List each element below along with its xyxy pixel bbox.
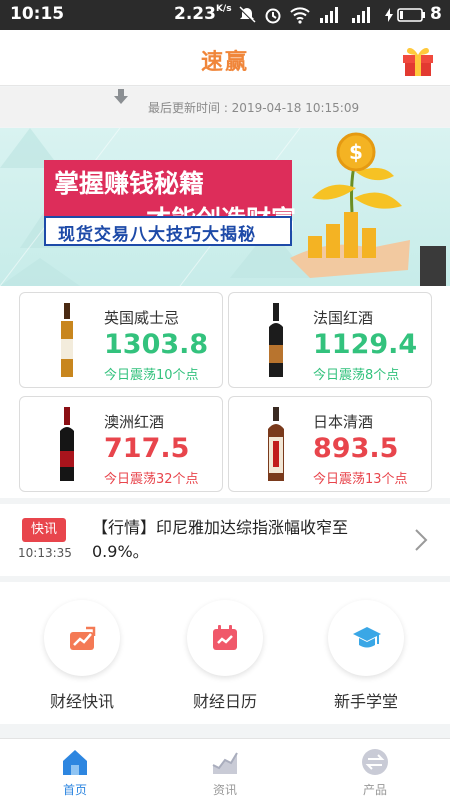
product-change: 今日震荡8个点 bbox=[313, 368, 400, 383]
quick-entry-circle bbox=[328, 600, 404, 676]
wine-bottle-icon bbox=[269, 303, 283, 377]
quick-entry-label: 财经快讯 bbox=[49, 692, 114, 711]
status-time: 10:15 bbox=[10, 4, 65, 24]
tab-label: 资讯 bbox=[212, 783, 237, 797]
signal-icon bbox=[352, 7, 370, 23]
swap-icon bbox=[362, 749, 388, 775]
wine-bottle-icon bbox=[60, 407, 74, 481]
network-speed-unit: K/s bbox=[215, 4, 232, 14]
whisky-bottle-icon bbox=[61, 303, 73, 377]
network-speed: 2.23K/s bbox=[174, 4, 232, 24]
tab-label: 产品 bbox=[362, 783, 387, 797]
product-card-french-wine[interactable]: 法国红酒 1129.4 今日震荡8个点 bbox=[228, 292, 432, 388]
product-card-whisky[interactable]: 英国威士忌 1303.8 今日震荡10个点 bbox=[19, 292, 223, 388]
news-ticker[interactable]: 快讯 10:13:35 【行情】印尼雅加达综指涨幅收窄至0.9%。 bbox=[0, 504, 450, 576]
chart-icon bbox=[212, 752, 238, 774]
status-bar: 10:15 2.23K/s 8 bbox=[0, 0, 450, 30]
product-card-sake[interactable]: 日本清酒 893.5 今日震荡13个点 bbox=[228, 396, 432, 492]
wifi-icon bbox=[290, 7, 310, 24]
quick-entry-panel: 财经快讯 财经日历 新手学堂 bbox=[0, 582, 450, 724]
tab-home[interactable]: 首页 bbox=[35, 747, 115, 798]
home-icon bbox=[63, 750, 87, 775]
product-card-australian-wine[interactable]: 澳洲红酒 717.5 今日震荡32个点 bbox=[19, 396, 223, 492]
last-update-time: 最后更新时间 : 2019-04-18 10:15:09 bbox=[148, 101, 360, 115]
tab-products[interactable]: 产品 bbox=[335, 747, 415, 798]
battery-icon bbox=[385, 8, 425, 22]
gift-icon[interactable] bbox=[400, 42, 436, 78]
product-change: 今日震荡32个点 bbox=[104, 472, 199, 487]
alarm-icon bbox=[265, 8, 281, 24]
banner-line-3: 现货交易八大技巧大揭秘 bbox=[58, 225, 256, 245]
product-name: 法国红酒 bbox=[313, 309, 374, 327]
tab-news[interactable]: 资讯 bbox=[185, 747, 265, 798]
promo-banner[interactable]: 掌握赚钱秘籍 才能创造财富 现货交易八大技巧大揭秘 $ bbox=[0, 128, 450, 286]
battery-level: 8 bbox=[430, 4, 442, 24]
calendar-icon bbox=[213, 625, 237, 650]
app-header: 速赢 bbox=[0, 30, 450, 86]
news-time: 10:13:35 bbox=[18, 546, 72, 560]
refresh-bar: 最后更新时间 : 2019-04-18 10:15:09 bbox=[0, 87, 450, 127]
sake-bottle-icon bbox=[268, 407, 284, 481]
product-name: 日本清酒 bbox=[313, 413, 374, 431]
product-grid: 英国威士忌 1303.8 今日震荡10个点 法国红酒 1129.4 今日震荡8个… bbox=[0, 286, 450, 498]
quick-entry-finance-calendar[interactable]: 财经日历 bbox=[177, 600, 273, 712]
quick-entry-circle bbox=[187, 600, 263, 676]
product-change: 今日震荡10个点 bbox=[104, 368, 199, 383]
chevron-right-icon[interactable] bbox=[414, 528, 428, 552]
product-name: 澳洲红酒 bbox=[104, 413, 165, 431]
pull-down-arrow-icon bbox=[114, 89, 128, 104]
money-tree-illustration: $ bbox=[290, 132, 446, 286]
mute-icon bbox=[239, 6, 256, 23]
bottom-tab-bar: 首页 资讯 产品 bbox=[0, 738, 450, 800]
network-speed-value: 2.23 bbox=[174, 4, 216, 24]
quick-entry-label: 财经日历 bbox=[192, 692, 257, 711]
quick-entry-label: 新手学堂 bbox=[333, 692, 398, 711]
app-title: 速赢 bbox=[200, 50, 249, 75]
graduation-cap-icon bbox=[353, 627, 381, 648]
news-headline: 【行情】印尼雅加达综指涨幅收窄至0.9%。 bbox=[92, 518, 349, 561]
product-name: 英国威士忌 bbox=[104, 309, 180, 327]
quick-entry-circle bbox=[44, 600, 120, 676]
product-price: 1303.8 bbox=[104, 329, 209, 360]
svg-text:$: $ bbox=[349, 140, 363, 164]
product-price: 717.5 bbox=[104, 433, 190, 464]
product-price: 1129.4 bbox=[313, 329, 418, 360]
product-change: 今日震荡13个点 bbox=[313, 472, 408, 487]
trend-chart-icon bbox=[70, 626, 96, 650]
news-badge: 快讯 bbox=[22, 518, 66, 542]
quick-entry-finance-news[interactable]: 财经快讯 bbox=[34, 600, 130, 712]
banner-line-1: 掌握赚钱秘籍 bbox=[54, 169, 205, 198]
signal-4g-icon bbox=[320, 7, 338, 23]
quick-entry-beginner-school[interactable]: 新手学堂 bbox=[318, 600, 414, 712]
tab-label: 首页 bbox=[62, 783, 87, 797]
product-price: 893.5 bbox=[313, 433, 399, 464]
